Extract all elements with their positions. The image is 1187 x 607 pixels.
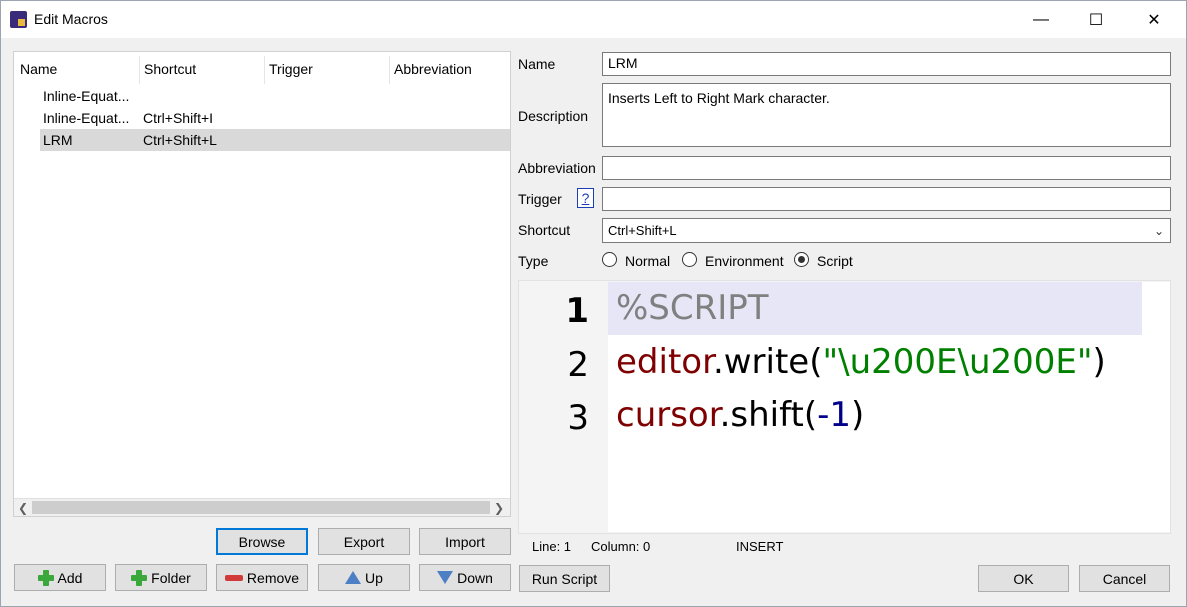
- radio-script[interactable]: [794, 252, 809, 267]
- trigger-field[interactable]: [602, 187, 1171, 211]
- line-number-gutter: 1 2 3: [519, 281, 607, 533]
- scroll-right-icon[interactable]: ❯: [490, 499, 508, 517]
- shortcut-select[interactable]: Ctrl+Shift+L ⌄: [602, 218, 1171, 243]
- window-title: Edit Macros: [34, 11, 108, 27]
- code-line-1: %SCRIPT: [616, 288, 769, 328]
- horizontal-scrollbar[interactable]: ❮ ❯: [14, 498, 510, 516]
- status-mode: INSERT: [736, 539, 784, 554]
- add-button[interactable]: Add: [14, 564, 106, 591]
- help-icon[interactable]: ?: [577, 188, 594, 208]
- plus-icon: [37, 569, 54, 586]
- list-item[interactable]: Inline-Equat...: [14, 85, 510, 107]
- up-button[interactable]: Up: [318, 564, 410, 591]
- add-label: Add: [57, 569, 83, 586]
- item-shortcut: Ctrl+Shift+L: [143, 132, 217, 148]
- browse-button[interactable]: Browse: [216, 528, 308, 555]
- line-number: 2: [567, 345, 589, 385]
- cancel-button[interactable]: Cancel: [1079, 565, 1170, 592]
- status-column: Column: 0: [591, 539, 651, 554]
- list-item[interactable]: Inline-Equat... Ctrl+Shift+I: [14, 107, 510, 129]
- ok-button[interactable]: OK: [978, 565, 1069, 592]
- import-button[interactable]: Import: [419, 528, 511, 555]
- radio-environment-label[interactable]: Environment: [705, 253, 784, 269]
- description-label: Description: [518, 108, 589, 124]
- radio-environment[interactable]: [682, 252, 697, 267]
- radio-normal[interactable]: [602, 252, 617, 267]
- abbreviation-field[interactable]: [602, 156, 1171, 180]
- shortcut-value: Ctrl+Shift+L: [608, 223, 677, 238]
- item-shortcut: Ctrl+Shift+I: [143, 110, 214, 126]
- name-label: Name: [518, 56, 556, 72]
- column-divider[interactable]: [389, 56, 390, 84]
- code-line-3: cursor.shift(-1): [616, 395, 864, 435]
- column-header-abbreviation[interactable]: Abbreviation: [394, 61, 472, 77]
- scrollbar-thumb[interactable]: [32, 501, 490, 514]
- minus-icon: [224, 574, 243, 581]
- code-line-2: editor.write("\u200E\u200E"): [616, 342, 1106, 382]
- arrow-up-icon: [345, 571, 362, 584]
- code-token: ): [850, 395, 865, 435]
- code-token: "\u200E\u200E": [822, 342, 1093, 382]
- code-token: .shift(: [719, 395, 818, 435]
- macro-list[interactable]: Name Shortcut Trigger Abbreviation Inlin…: [13, 51, 511, 517]
- remove-button[interactable]: Remove: [216, 564, 308, 591]
- chevron-down-icon: ⌄: [1153, 224, 1164, 238]
- plus-icon: [131, 569, 148, 586]
- abbreviation-label: Abbreviation: [518, 160, 596, 176]
- export-button[interactable]: Export: [318, 528, 410, 555]
- code-token: -1: [817, 395, 851, 435]
- description-field[interactable]: Inserts Left to Right Mark character.: [602, 83, 1171, 147]
- list-item-selected[interactable]: LRM Ctrl+Shift+L: [40, 129, 510, 151]
- folder-label: Folder: [151, 569, 191, 586]
- name-field[interactable]: LRM: [602, 52, 1171, 76]
- line-number: 3: [567, 398, 589, 438]
- edit-macros-window: Edit Macros — ☐ ✕ Name Shortcut Trigger …: [0, 0, 1187, 607]
- line-number: 1: [565, 291, 589, 331]
- script-editor[interactable]: 1 2 3 %SCRIPT editor.write("\u200E\u200E…: [518, 280, 1171, 534]
- column-divider[interactable]: [139, 56, 140, 84]
- radio-script-label[interactable]: Script: [817, 253, 853, 269]
- app-icon: [10, 11, 27, 28]
- maximize-icon[interactable]: ☐: [1071, 1, 1121, 38]
- list-header: Name Shortcut Trigger Abbreviation: [14, 52, 510, 86]
- code-area[interactable]: %SCRIPT editor.write("\u200E\u200E") cur…: [608, 282, 1170, 532]
- folder-button[interactable]: Folder: [115, 564, 207, 591]
- radio-normal-label[interactable]: Normal: [625, 253, 670, 269]
- column-header-name[interactable]: Name: [20, 61, 57, 77]
- column-header-shortcut[interactable]: Shortcut: [144, 61, 196, 77]
- column-header-trigger[interactable]: Trigger: [269, 61, 313, 77]
- down-button[interactable]: Down: [419, 564, 511, 591]
- code-token: cursor: [616, 395, 720, 435]
- down-label: Down: [457, 569, 493, 586]
- scroll-left-icon[interactable]: ❮: [14, 499, 32, 517]
- type-label: Type: [518, 253, 549, 269]
- title-bar: Edit Macros — ☐ ✕: [1, 1, 1186, 38]
- status-line: Line: 1: [532, 539, 572, 554]
- code-token: ): [1092, 342, 1106, 382]
- minimize-icon[interactable]: —: [1016, 1, 1066, 38]
- run-script-button[interactable]: Run Script: [519, 565, 610, 592]
- code-token: editor: [616, 342, 713, 382]
- item-name: Inline-Equat...: [43, 88, 130, 104]
- up-label: Up: [365, 569, 383, 586]
- arrow-down-icon: [437, 571, 454, 584]
- column-divider[interactable]: [264, 56, 265, 84]
- remove-label: Remove: [246, 569, 300, 586]
- trigger-label: Trigger: [518, 191, 562, 207]
- shortcut-label: Shortcut: [518, 222, 571, 238]
- code-token: .write(: [712, 342, 823, 382]
- close-icon[interactable]: ✕: [1129, 1, 1179, 38]
- item-name: LRM: [43, 132, 73, 148]
- item-name: Inline-Equat...: [43, 110, 130, 126]
